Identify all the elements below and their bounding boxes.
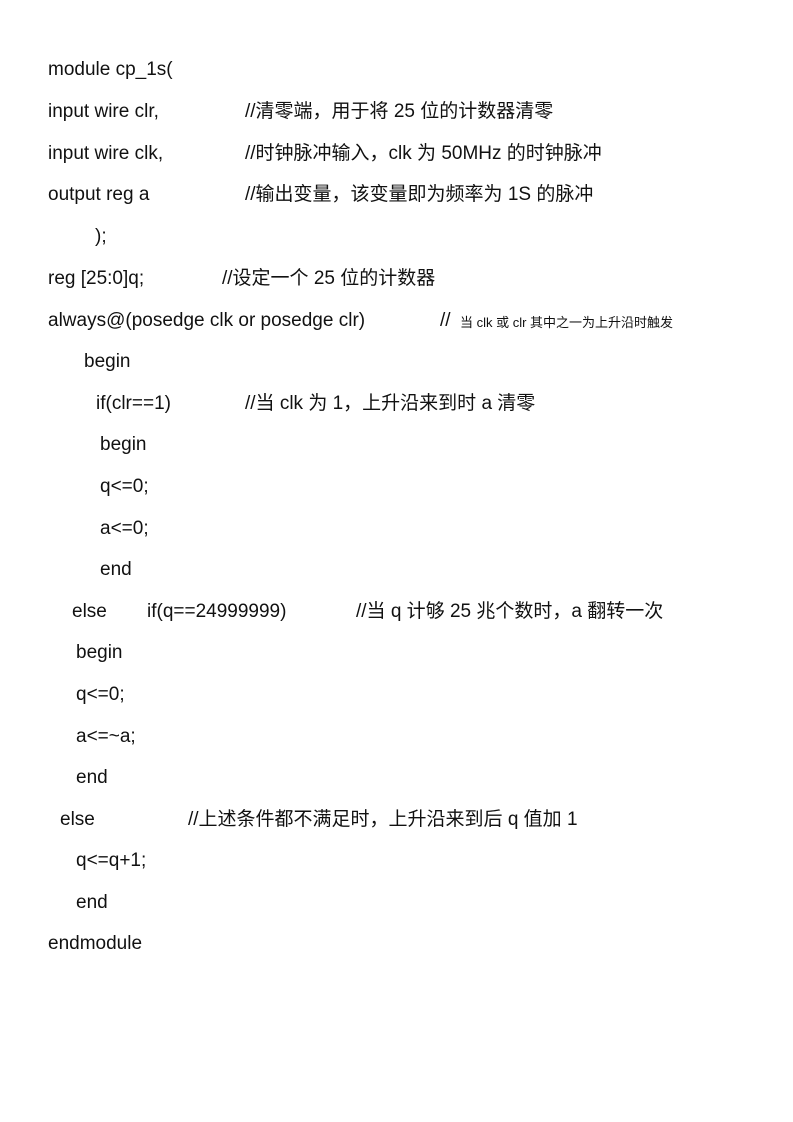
- code-text: end: [100, 559, 132, 580]
- code-line: a<=0;: [0, 514, 149, 544]
- comment-text: //当 q 计够 25 兆个数时，a 翻转一次: [356, 601, 664, 622]
- code-line: else if(q==24999999) //当 q 计够 25 兆个数时，a …: [0, 597, 663, 627]
- code-line: endmodule: [0, 929, 142, 959]
- code-text: else: [60, 809, 95, 830]
- code-line: begin: [0, 347, 131, 377]
- code-text: begin: [100, 434, 147, 455]
- code-line: end: [0, 888, 108, 918]
- code-text-condition: if(q==24999999): [147, 601, 287, 622]
- code-line: q<=q+1;: [0, 846, 146, 876]
- code-text: endmodule: [48, 933, 143, 954]
- comment-text: //设定一个 25 位的计数器: [222, 268, 436, 289]
- code-text: module cp_1s(: [48, 59, 173, 80]
- code-line: begin: [0, 430, 147, 460]
- code-text: end: [76, 892, 108, 913]
- code-text: output reg a: [48, 184, 150, 205]
- code-line: reg [25:0]q; //设定一个 25 位的计数器: [0, 264, 435, 294]
- code-line: else //上述条件都不满足时，上升沿来到后 q 值加 1: [0, 805, 578, 835]
- code-text: input wire clr,: [48, 101, 159, 122]
- code-line: module cp_1s(: [0, 55, 173, 85]
- code-text: a<=~a;: [76, 726, 136, 747]
- code-text: begin: [84, 351, 131, 372]
- code-line: output reg a //输出变量，该变量即为频率为 1S 的脉冲: [0, 180, 593, 210]
- code-line: q<=0;: [0, 472, 149, 502]
- code-line: input wire clr, //清零端，用于将 25 位的计数器清零: [0, 97, 553, 127]
- comment-text: //时钟脉冲输入，clk 为 50MHz 的时钟脉冲: [245, 143, 602, 164]
- code-text: end: [76, 767, 108, 788]
- comment-text: //当 clk 为 1，上升沿来到时 a 清零: [245, 393, 536, 414]
- code-text: q<=0;: [100, 476, 149, 497]
- comment-text: 当 clk 或 clr 其中之一为上升沿时触发: [460, 315, 674, 330]
- code-line: end: [0, 555, 132, 585]
- code-line: begin: [0, 638, 123, 668]
- code-text: input wire clk,: [48, 143, 164, 164]
- code-line: if(clr==1) //当 clk 为 1，上升沿来到时 a 清零: [0, 389, 535, 419]
- code-text: if(clr==1): [96, 393, 171, 414]
- comment-prefix: //: [440, 310, 451, 331]
- code-text: q<=q+1;: [76, 850, 147, 871]
- code-line: always@(posedge clk or posedge clr) // 当…: [0, 306, 673, 336]
- code-line: end: [0, 763, 108, 793]
- code-text: always@(posedge clk or posedge clr): [48, 310, 366, 331]
- code-text: begin: [76, 642, 123, 663]
- comment-text: //清零端，用于将 25 位的计数器清零: [245, 101, 554, 122]
- code-text: a<=0;: [100, 518, 149, 539]
- comment-text: //上述条件都不满足时，上升沿来到后 q 值加 1: [188, 809, 578, 830]
- code-text: q<=0;: [76, 684, 125, 705]
- code-text: reg [25:0]q;: [48, 268, 145, 289]
- comment-text: //输出变量，该变量即为频率为 1S 的脉冲: [245, 184, 594, 205]
- code-line: q<=0;: [0, 680, 125, 710]
- code-text: );: [95, 226, 107, 247]
- code-line: a<=~a;: [0, 722, 136, 752]
- code-line: );: [0, 222, 107, 252]
- code-line: input wire clk, //时钟脉冲输入，clk 为 50MHz 的时钟…: [0, 139, 602, 169]
- code-text: else: [72, 601, 107, 622]
